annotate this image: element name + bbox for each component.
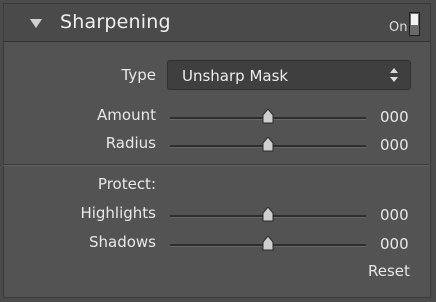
highlights-slider[interactable]: [170, 207, 366, 225]
panel-header[interactable]: Sharpening On: [4, 4, 430, 42]
shadows-label: Shadows: [88, 233, 156, 251]
slider-thumb[interactable]: [261, 236, 275, 252]
radius-value[interactable]: 000: [380, 136, 409, 154]
slider-thumb[interactable]: [261, 207, 275, 223]
amount-slider[interactable]: [170, 109, 366, 127]
highlights-value[interactable]: 000: [380, 206, 409, 224]
toggle-knob: [411, 14, 418, 25]
type-label: Type: [121, 66, 156, 84]
section-divider: [3, 164, 429, 166]
protect-label: Protect:: [97, 175, 156, 193]
shadows-value[interactable]: 000: [380, 235, 409, 253]
amount-label: Amount: [97, 106, 156, 124]
type-select-value: Unsharp Mask: [182, 67, 289, 85]
amount-value[interactable]: 000: [380, 108, 409, 126]
reset-button[interactable]: Reset: [368, 262, 410, 280]
on-label: On: [389, 20, 408, 35]
slider-thumb[interactable]: [261, 109, 275, 125]
up-down-arrows-icon: [390, 68, 398, 84]
panel-title: Sharpening: [60, 11, 171, 33]
type-select[interactable]: Unsharp Mask: [167, 60, 411, 90]
radius-slider[interactable]: [170, 137, 366, 155]
shadows-slider[interactable]: [170, 236, 366, 254]
highlights-label: Highlights: [80, 204, 156, 222]
collapse-triangle-icon[interactable]: [30, 19, 42, 28]
on-toggle[interactable]: [409, 12, 420, 36]
radius-label: Radius: [105, 134, 156, 152]
slider-thumb[interactable]: [261, 137, 275, 153]
